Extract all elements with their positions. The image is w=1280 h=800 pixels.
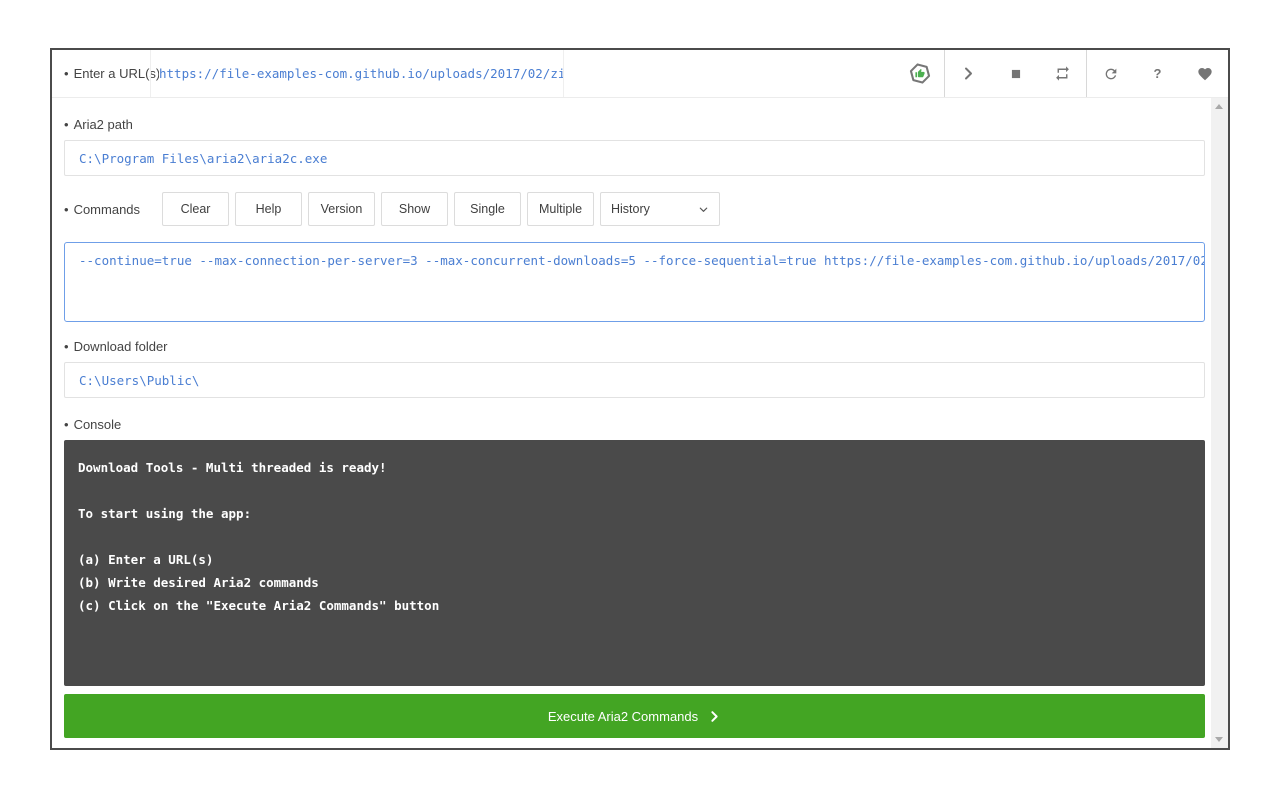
content-area: • Aria2 path • Commands Clear Help Versi… <box>52 98 1228 748</box>
show-button[interactable]: Show <box>381 192 448 226</box>
console-label: • Console <box>64 416 1205 432</box>
enter-url-label-text: Enter a URL(s) <box>73 66 161 81</box>
chevron-down-icon <box>699 207 708 212</box>
aria2-path-label-text: Aria2 path <box>73 116 133 132</box>
execute-button-label: Execute Aria2 Commands <box>547 708 699 724</box>
bullet: • <box>64 416 69 432</box>
commands-textarea[interactable]: --continue=true --max-connection-per-ser… <box>64 242 1205 322</box>
multiple-button[interactable]: Multiple <box>527 192 594 226</box>
refresh-icon-button[interactable] <box>1087 50 1134 97</box>
commands-label-text: Commands <box>73 201 141 217</box>
favorite-icon-button[interactable] <box>1181 50 1228 97</box>
repeat-icon-button[interactable] <box>1039 50 1086 97</box>
console-line: (c) Click on the "Execute Aria2 Commands… <box>78 598 440 613</box>
console-line: Download Tools - Multi threaded is ready… <box>78 460 387 475</box>
console-line: (b) Write desired Aria2 commands <box>78 575 319 590</box>
chevron-right-icon <box>711 710 718 722</box>
clear-button[interactable]: Clear <box>162 192 229 226</box>
bullet: • <box>64 201 69 217</box>
app-window: • Enter a URL(s) https://file-examples-c… <box>50 48 1230 750</box>
stop-icon <box>1011 69 1020 78</box>
console-line: (a) Enter a URL(s) <box>78 552 214 567</box>
vertical-scrollbar[interactable] <box>1211 98 1228 748</box>
refresh-icon <box>1105 68 1116 79</box>
chevron-right-icon <box>965 67 972 80</box>
aria2-path-label: • Aria2 path <box>64 116 1205 132</box>
heart-icon <box>1197 67 1212 80</box>
commands-row: • Commands Clear Help Version Show Singl… <box>64 192 1205 226</box>
download-folder-label: • Download folder <box>64 338 1205 354</box>
bullet: • <box>64 66 69 81</box>
commands-label: • Commands <box>64 201 162 217</box>
stop-icon-button[interactable] <box>992 50 1039 97</box>
repeat-icon <box>1056 66 1069 81</box>
help-button[interactable]: Help <box>235 192 302 226</box>
help-icon: ? <box>1153 66 1162 81</box>
enter-url-label: • Enter a URL(s) <box>52 50 160 97</box>
scroll-up-arrow[interactable] <box>1211 98 1228 115</box>
history-select[interactable]: History <box>600 192 720 226</box>
download-folder-label-text: Download folder <box>73 338 168 354</box>
single-button[interactable]: Single <box>454 192 521 226</box>
app-logo-icon <box>896 50 944 97</box>
run-icon-button[interactable] <box>945 50 992 97</box>
url-field-wrap <box>151 50 563 97</box>
bullet: • <box>64 338 69 354</box>
url-toolbar: • Enter a URL(s) https://file-examples-c… <box>52 50 1228 98</box>
console-label-text: Console <box>73 416 122 432</box>
execute-aria2-commands-button[interactable]: Execute Aria2 Commands <box>64 694 1205 738</box>
download-folder-input[interactable] <box>64 362 1205 398</box>
aria2-path-input[interactable] <box>64 140 1205 176</box>
bullet: • <box>64 116 69 132</box>
help-icon-button[interactable]: ? <box>1134 50 1181 97</box>
scroll-down-arrow[interactable] <box>1211 731 1228 748</box>
console-line: To start using the app: <box>78 506 252 521</box>
version-button[interactable]: Version <box>308 192 375 226</box>
history-select-value: History <box>611 202 650 216</box>
console-output: Download Tools - Multi threaded is ready… <box>64 440 1205 686</box>
url-input[interactable] <box>159 66 563 81</box>
